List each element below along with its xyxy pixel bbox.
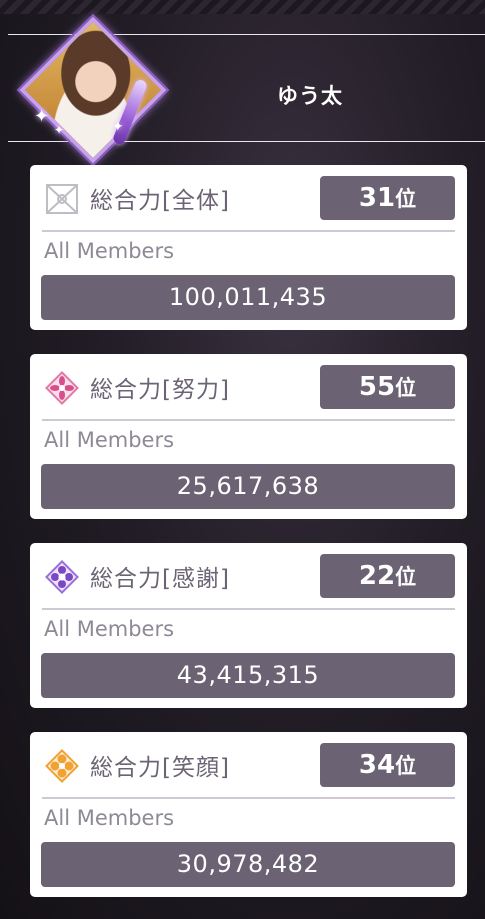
rank-number: 31 bbox=[358, 183, 396, 213]
scope-label: All Members bbox=[44, 428, 175, 452]
top-stripe bbox=[0, 0, 485, 14]
rank-unit: 位 bbox=[395, 187, 417, 211]
ranking-card-gratitude: 総合力[感謝] 22位 All Members 43,415,315 bbox=[30, 543, 467, 708]
rank-number: 55 bbox=[358, 372, 396, 402]
rank-number: 34 bbox=[358, 750, 396, 780]
total-value: 25,617,638 bbox=[41, 464, 455, 509]
rank-badge: 55位 bbox=[320, 365, 455, 409]
card-title: 総合力[笑顔] bbox=[90, 755, 230, 781]
rank-unit: 位 bbox=[395, 565, 417, 589]
rank-unit: 位 bbox=[395, 376, 417, 400]
total-value: 100,011,435 bbox=[41, 275, 455, 320]
rank-unit: 位 bbox=[395, 754, 417, 778]
gratitude-flower-icon bbox=[45, 560, 79, 594]
rank-number: 22 bbox=[358, 561, 396, 591]
divider bbox=[42, 230, 455, 232]
sparkle-icon: ✦ bbox=[112, 119, 124, 135]
sparkle-icon: ✦ bbox=[34, 106, 50, 127]
divider bbox=[42, 797, 455, 799]
effort-flower-icon bbox=[45, 371, 79, 405]
divider bbox=[42, 419, 455, 421]
total-value: 43,415,315 bbox=[41, 653, 455, 698]
all-ribbon-icon bbox=[46, 184, 78, 214]
rank-badge: 31位 bbox=[320, 176, 455, 220]
ranking-card-effort: 総合力[努力] 55位 All Members 25,617,638 bbox=[30, 354, 467, 519]
rank-badge: 34位 bbox=[320, 743, 455, 787]
divider bbox=[42, 608, 455, 610]
total-value: 30,978,482 bbox=[41, 842, 455, 887]
ranking-card-smile: 総合力[笑顔] 34位 All Members 30,978,482 bbox=[30, 732, 467, 897]
scope-label: All Members bbox=[44, 806, 175, 830]
sparkle-icon: ✦ bbox=[54, 123, 65, 137]
card-title: 総合力[感謝] bbox=[90, 566, 230, 592]
ranking-card-all: 総合力[全体] 31位 All Members 100,011,435 bbox=[30, 165, 467, 330]
card-title: 総合力[全体] bbox=[90, 188, 230, 214]
rank-badge: 22位 bbox=[320, 554, 455, 598]
user-name: ゆう太 bbox=[277, 84, 343, 108]
scope-label: All Members bbox=[44, 617, 175, 641]
scope-label: All Members bbox=[44, 239, 175, 263]
card-title: 総合力[努力] bbox=[90, 377, 230, 403]
smile-flower-icon bbox=[45, 749, 79, 783]
avatar[interactable]: ✦ ✦ ✦ bbox=[19, 16, 167, 164]
